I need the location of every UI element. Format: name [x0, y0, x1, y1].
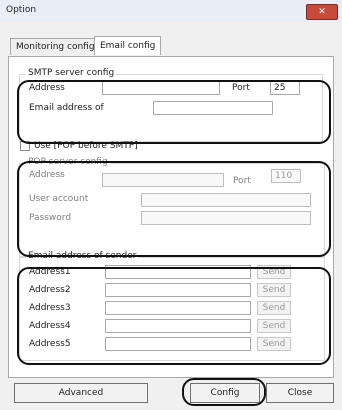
close-button[interactable]: Close	[266, 383, 334, 403]
sender-row-label: Address3	[29, 303, 71, 313]
smtp-group-label: SMTP server config	[26, 68, 117, 78]
title-bar: Option ✕	[0, 0, 342, 23]
smtp-port-label: Port	[232, 83, 250, 93]
send-button[interactable]: Send	[257, 265, 291, 279]
sender-row-label: Address2	[29, 285, 71, 295]
option-dialog: Monitoring config Email config SMTP serv…	[0, 22, 342, 410]
sender-address-input[interactable]	[105, 319, 251, 333]
window-close-button[interactable]: ✕	[306, 4, 338, 20]
send-button[interactable]: Send	[257, 337, 291, 351]
pop-user-label: User account	[29, 194, 89, 204]
smtp-address-label: Address	[29, 83, 65, 93]
sender-address-input[interactable]	[105, 265, 251, 279]
send-button[interactable]: Send	[257, 301, 291, 315]
sender-row-label: Address4	[29, 321, 71, 331]
pop-before-smtp-label: Use [POP before SMTP]	[34, 141, 138, 151]
sender-row-label: Address1	[29, 267, 71, 277]
config-button[interactable]: Config	[190, 383, 260, 403]
smtp-email-input[interactable]	[153, 101, 273, 115]
pop-port-label: Port	[233, 176, 251, 186]
pop-password-input[interactable]	[141, 211, 311, 225]
tab-monitoring-config[interactable]: Monitoring config	[10, 38, 101, 55]
smtp-address-input[interactable]	[102, 81, 220, 95]
advanced-button[interactable]: Advanced	[14, 383, 148, 403]
sender-address-input[interactable]	[105, 283, 251, 297]
smtp-port-input[interactable]: 25	[270, 81, 300, 95]
pop-user-input[interactable]	[141, 193, 311, 207]
close-icon: ✕	[318, 7, 326, 17]
sender-address-input[interactable]	[105, 337, 251, 351]
pop-address-input[interactable]	[102, 173, 224, 187]
sender-row-label: Address5	[29, 339, 71, 349]
sender-address-input[interactable]	[105, 301, 251, 315]
pop-address-label: Address	[29, 170, 65, 180]
pop-group-label: POP server config	[26, 157, 110, 167]
send-button[interactable]: Send	[257, 319, 291, 333]
pop-password-label: Password	[29, 213, 72, 223]
smtp-email-label: Email address of	[29, 103, 104, 113]
email-config-panel: SMTP server config Address Port 25 Email…	[8, 56, 334, 378]
window-title: Option	[6, 5, 37, 15]
pop-before-smtp-checkbox[interactable]	[20, 141, 30, 151]
sender-group-label: Email address of sender	[26, 251, 139, 261]
tab-email-config[interactable]: Email config	[94, 36, 162, 55]
send-button[interactable]: Send	[257, 283, 291, 297]
pop-port-input[interactable]: 110	[271, 169, 301, 183]
